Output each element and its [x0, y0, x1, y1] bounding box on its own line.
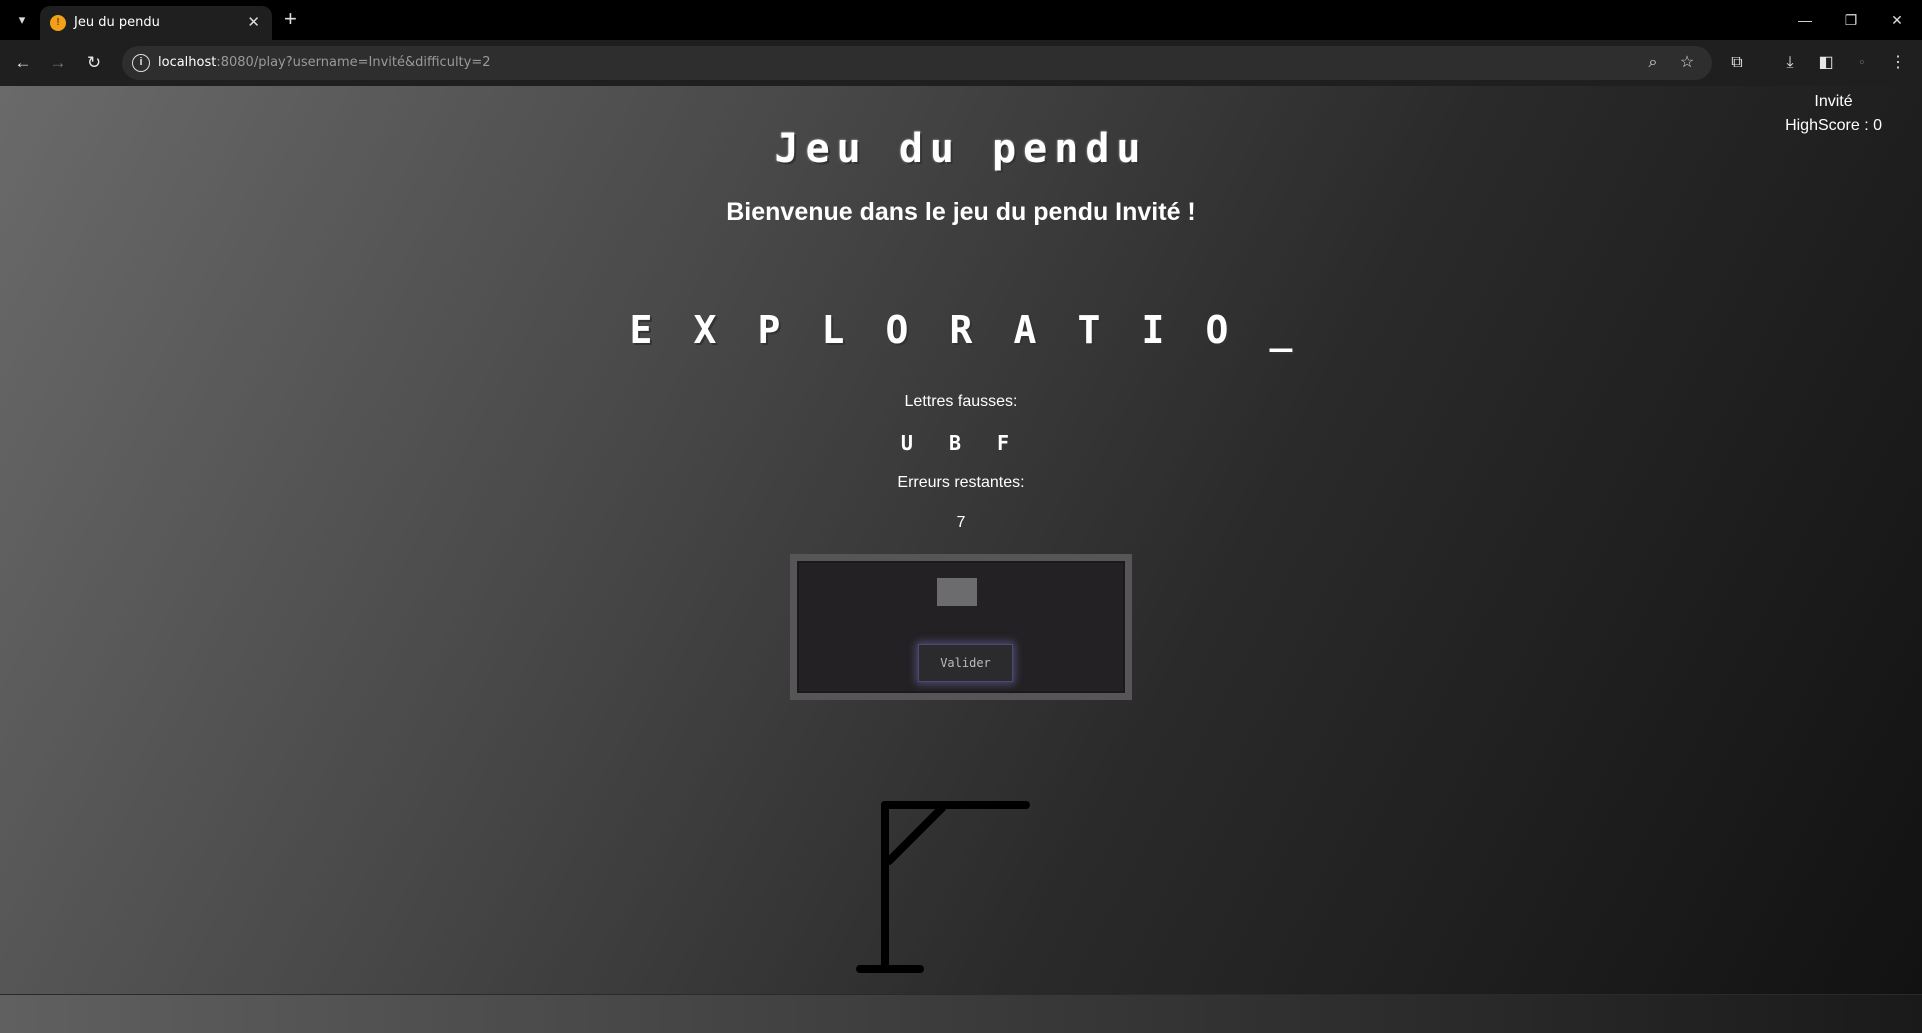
username: Invité [1814, 93, 1853, 110]
letter-input[interactable] [937, 578, 977, 606]
word-letter: R [949, 308, 973, 352]
browser-tab[interactable]: ! Jeu du pendu ✕ [40, 6, 272, 40]
restore-window-icon[interactable]: ❐ [1828, 6, 1874, 34]
word-letter: T [1077, 308, 1101, 352]
address-bar[interactable]: i localhost:8080/play?username=Invité&di… [122, 46, 1712, 80]
page-title: Jeu du pendu [774, 126, 1148, 172]
word-letter: L [821, 308, 845, 352]
profile-icon[interactable]: ◦ [1850, 52, 1874, 74]
url-path: :8080/play?username=Invité&difficulty=2 [216, 55, 491, 70]
gallows-brace [885, 804, 946, 865]
extensions-icon[interactable]: ⧉ [1725, 52, 1749, 74]
guess-form: Valider [790, 554, 1132, 700]
wrong-letters: U B F [900, 431, 1022, 455]
word-letter: O [1205, 308, 1229, 352]
url-text[interactable]: localhost:8080/play?username=Invité&diff… [158, 55, 491, 70]
menu-kebab-icon[interactable]: ⋮ [1886, 52, 1910, 74]
word-letter: _ [1269, 308, 1293, 352]
word-letter: E [629, 308, 653, 352]
close-window-icon[interactable]: ✕ [1874, 6, 1920, 34]
zoom-icon[interactable]: ⌕ [1642, 52, 1664, 74]
url-host: localhost [158, 55, 217, 70]
tab-search-dropdown-icon[interactable]: ▾ [10, 8, 34, 32]
forward-arrow-icon[interactable]: → [45, 50, 71, 76]
wrong-letters-label: Lettres fausses: [904, 393, 1018, 410]
minimize-icon[interactable]: — [1782, 6, 1828, 34]
download-icon[interactable]: ⤓ [1778, 52, 1802, 74]
remaining-errors-label: Erreurs restantes: [897, 474, 1025, 491]
site-favicon-icon: ! [50, 15, 66, 31]
bookmark-star-icon[interactable]: ☆ [1676, 52, 1698, 74]
word-display: E X P L O R A T I O _ [0, 308, 1922, 352]
new-tab-icon[interactable]: + [284, 7, 297, 31]
browser-tab-bar: ▾ ! Jeu du pendu ✕ + — ❐ ✕ [0, 0, 1922, 40]
back-arrow-icon[interactable]: ← [10, 50, 36, 76]
remaining-errors-value: 7 [956, 514, 966, 531]
word-letter: O [885, 308, 909, 352]
browser-toolbar: ← → ↻ i localhost:8080/play?username=Inv… [0, 40, 1922, 86]
tab-title: Jeu du pendu [74, 15, 160, 30]
word-letter: X [693, 308, 717, 352]
gallows-drawing [856, 801, 1030, 973]
word-letter: P [757, 308, 781, 352]
word-letter: I [1141, 308, 1165, 352]
site-info-icon[interactable]: i [132, 54, 150, 72]
side-panel-icon[interactable]: ◧ [1814, 52, 1838, 74]
bottom-strip [0, 994, 1922, 1033]
welcome-message: Bienvenue dans le jeu du pendu Invité ! [726, 198, 1196, 226]
validate-button[interactable]: Valider [918, 644, 1013, 682]
tab-close-icon[interactable]: ✕ [247, 13, 260, 31]
word-letter: A [1013, 308, 1037, 352]
reload-icon[interactable]: ↻ [81, 50, 107, 76]
page-viewport: Invité HighScore : 0 Jeu du pendu Bienve… [0, 86, 1922, 994]
